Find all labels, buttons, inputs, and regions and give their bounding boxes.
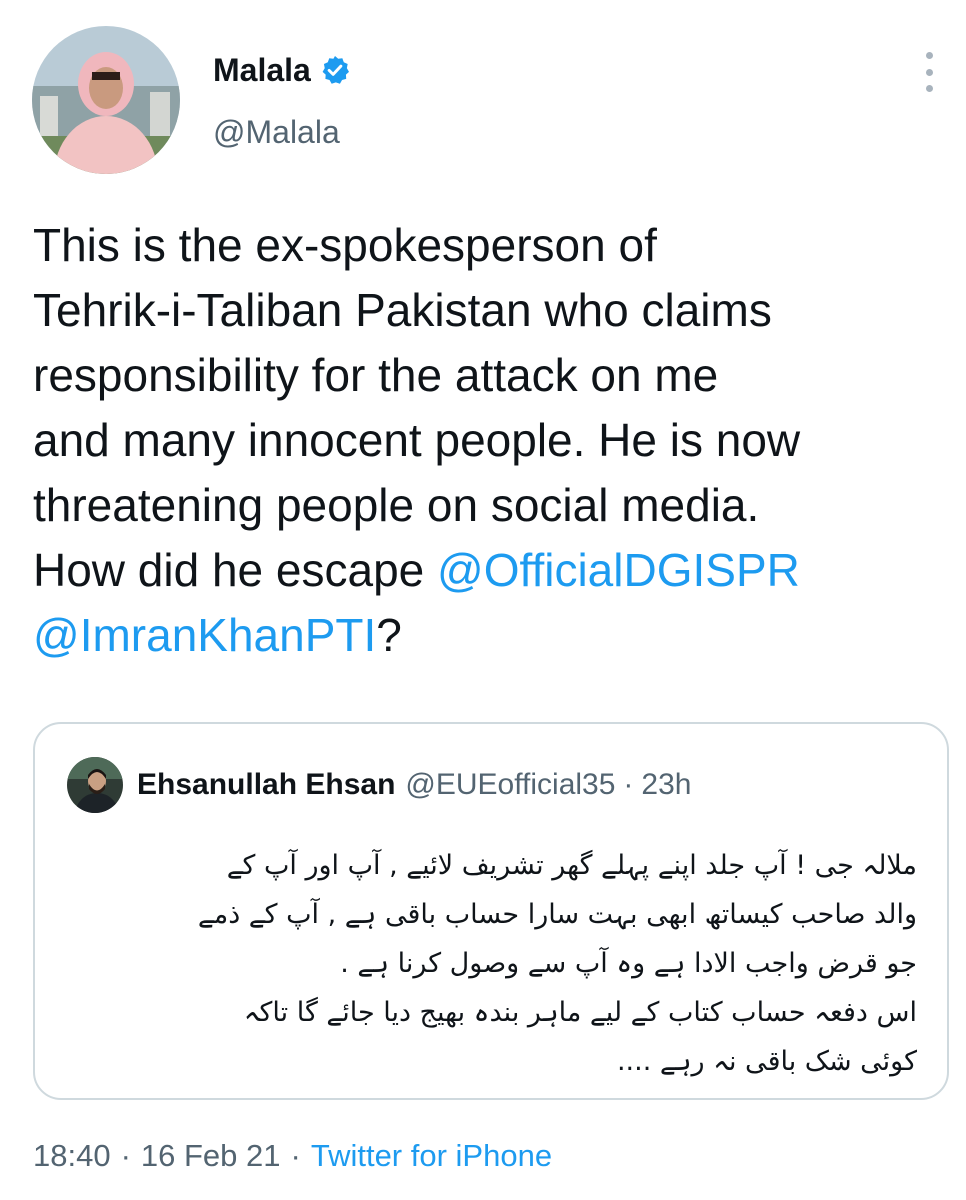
meta-separator: · xyxy=(120,1138,131,1173)
tweet: Malala @Malala This is the ex-spokespers… xyxy=(0,0,966,1200)
quoted-line: کوئی شک باقی نہ رہے .... xyxy=(616,1046,917,1077)
mention-link-imrankhanpti[interactable]: @ImranKhanPTI xyxy=(33,609,376,661)
tweet-ending: ? xyxy=(376,609,402,661)
quoted-author-avatar xyxy=(67,757,123,813)
tweet-source-link[interactable]: Twitter for iPhone xyxy=(311,1138,552,1174)
quoted-tweet-card[interactable]: Ehsanullah Ehsan @EUEofficial35 · 23h مل… xyxy=(33,722,949,1100)
quoted-line: اس دفعہ حساب کتاب کے لیے ماہر بندہ بھیج … xyxy=(243,997,917,1028)
more-dot xyxy=(925,85,933,92)
quoted-separator: · xyxy=(623,768,634,801)
more-options-icon[interactable] xyxy=(914,52,944,92)
quoted-tweet-text: ملالہ جی ! آپ جلد اپنے پہلے گھر تشریف لا… xyxy=(67,841,917,1086)
author-info: Malala @Malala xyxy=(213,48,351,151)
quoted-author-handle: @EUEofficial35 xyxy=(405,768,616,801)
mention-link-dgispr[interactable]: @OfficialDGISPR xyxy=(437,544,800,596)
tweet-line: and many innocent people. He is now xyxy=(33,414,801,466)
quoted-line: جو قرض واجب الادا ہے وہ آپ سے وصول کرنا … xyxy=(340,948,917,979)
meta-separator: · xyxy=(290,1138,301,1173)
tweet-meta: 18:40 · 16 Feb 21 · Twitter for iPhone xyxy=(33,1138,552,1174)
tweet-date[interactable]: 16 Feb 21 xyxy=(141,1138,281,1174)
tweet-line: threatening people on social media. xyxy=(33,479,760,531)
tweet-time[interactable]: 18:40 xyxy=(33,1138,111,1174)
more-dot xyxy=(925,52,933,59)
quoted-timestamp: 23h xyxy=(641,768,692,801)
author-name-row: Malala xyxy=(213,48,351,92)
verified-badge-icon xyxy=(319,54,351,86)
quoted-profile-photo-icon xyxy=(67,757,123,813)
tweet-line: responsibility for the attack on me xyxy=(33,349,719,401)
tweet-line: Tehrik-i-Taliban Pakistan who claims xyxy=(33,284,772,336)
author-avatar[interactable] xyxy=(32,26,180,174)
more-dot xyxy=(925,68,933,76)
tweet-text: This is the ex-spokesperson of Tehrik-i-… xyxy=(33,213,943,668)
profile-photo-icon xyxy=(32,26,180,174)
quoted-line: ملالہ جی ! آپ جلد اپنے پہلے گھر تشریف لا… xyxy=(226,850,917,881)
quoted-line: والد صاحب کیساتھ ابھی بہت سارا حساب باقی… xyxy=(197,899,917,930)
tweet-line: This is the ex-spokesperson of xyxy=(33,219,657,271)
quoted-author-name: Ehsanullah Ehsan xyxy=(137,768,396,801)
quoted-tweet-header: Ehsanullah Ehsan @EUEofficial35 · 23h xyxy=(67,757,691,813)
author-display-name[interactable]: Malala xyxy=(213,52,311,89)
author-handle[interactable]: @Malala xyxy=(213,114,351,151)
tweet-line: How did he escape xyxy=(33,544,438,596)
